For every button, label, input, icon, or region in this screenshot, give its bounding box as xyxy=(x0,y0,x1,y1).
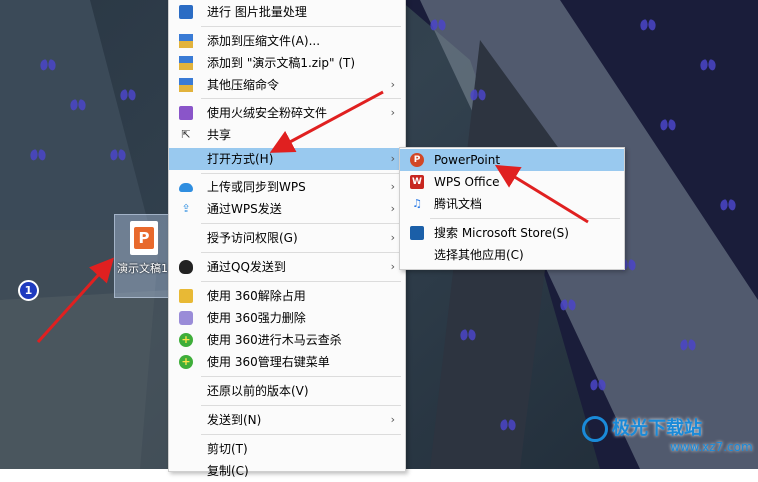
share-icon: ⇱ xyxy=(181,128,191,141)
butterfly-decoration xyxy=(590,380,606,390)
menu-separator xyxy=(201,252,401,253)
store-icon xyxy=(410,226,424,240)
chevron-right-icon: › xyxy=(390,260,395,273)
image-batch-icon xyxy=(179,5,193,19)
menu-separator xyxy=(201,26,401,27)
submenu-item-powerpoint[interactable]: P PowerPoint xyxy=(400,149,624,171)
powerpoint-icon: P xyxy=(410,153,424,167)
qq-icon xyxy=(179,260,193,274)
tencent-docs-icon: ♫ xyxy=(412,197,422,210)
butterfly-decoration xyxy=(460,330,476,340)
menu-item-other-compress[interactable]: 其他压缩命令 › xyxy=(169,74,405,96)
cloud-icon xyxy=(179,183,193,192)
chevron-right-icon: › xyxy=(390,413,395,426)
send-icon: ⇪ xyxy=(181,202,191,215)
chevron-right-icon: › xyxy=(390,106,395,119)
scan-360-icon: + xyxy=(179,333,193,347)
manage-360-icon: + xyxy=(179,355,193,369)
menu-item-upload-wps[interactable]: 上传或同步到WPS › xyxy=(169,176,405,198)
menu-separator xyxy=(201,434,401,435)
submenu-item-microsoft-store[interactable]: 搜索 Microsoft Store(S) xyxy=(400,222,624,244)
menu-item-open-with[interactable]: 打开方式(H) › xyxy=(169,148,405,170)
menu-separator xyxy=(201,376,401,377)
menu-item-add-archive[interactable]: 添加到压缩文件(A)... xyxy=(169,30,405,52)
menu-item-copy[interactable]: 复制(C) xyxy=(169,460,405,482)
watermark-title: 极光下载站 xyxy=(612,418,702,439)
chevron-right-icon: › xyxy=(390,152,395,165)
menu-separator xyxy=(201,223,401,224)
archive-icon xyxy=(179,56,193,70)
archive-icon xyxy=(179,78,193,92)
menu-separator xyxy=(201,405,401,406)
butterfly-decoration xyxy=(640,20,656,30)
chevron-right-icon: › xyxy=(390,202,395,215)
menu-item-qq-send[interactable]: 通过QQ发送到 › xyxy=(169,256,405,278)
wps-office-icon: W xyxy=(410,175,424,189)
butterfly-decoration xyxy=(660,120,676,130)
butterfly-decoration xyxy=(70,100,86,110)
butterfly-decoration xyxy=(680,340,696,350)
butterfly-decoration xyxy=(120,90,136,100)
watermark-url: www.xz7.com xyxy=(670,440,753,454)
step-marker-1: 1 xyxy=(18,280,39,301)
butterfly-decoration xyxy=(470,90,486,100)
menu-item-cut[interactable]: 剪切(T) xyxy=(169,438,405,460)
butterfly-decoration xyxy=(560,300,576,310)
context-menu: 进行 图片批量处理 添加到压缩文件(A)... 添加到 "演示文稿1.zip" … xyxy=(168,0,406,478)
menu-item-grant-access[interactable]: 授予访问权限(G) › xyxy=(169,227,405,249)
desktop-file-pptx[interactable]: P 演示文稿1.pptx xyxy=(114,214,172,298)
submenu-item-wps-office[interactable]: W WPS Office xyxy=(400,171,624,193)
menu-item-send-wps[interactable]: ⇪ 通过WPS发送 › xyxy=(169,198,405,220)
butterfly-decoration xyxy=(40,60,56,70)
butterfly-decoration xyxy=(500,420,516,430)
open-with-submenu: P PowerPoint W WPS Office ♫ 腾讯文档 搜索 Micr… xyxy=(399,147,625,270)
watermark-logo-icon xyxy=(582,416,608,442)
butterfly-decoration xyxy=(720,200,736,210)
menu-item-360-unlock[interactable]: 使用 360解除占用 xyxy=(169,285,405,307)
pptx-file-icon: P xyxy=(130,221,158,255)
chevron-right-icon: › xyxy=(390,78,395,91)
chevron-right-icon: › xyxy=(390,231,395,244)
shredder-icon xyxy=(179,106,193,120)
submenu-item-choose-other-app[interactable]: 选择其他应用(C) xyxy=(400,244,624,266)
menu-separator xyxy=(201,281,401,282)
menu-item-share[interactable]: ⇱ 共享 xyxy=(169,124,405,146)
menu-item-add-zip[interactable]: 添加到 "演示文稿1.zip" (T) xyxy=(169,52,405,74)
archive-icon xyxy=(179,34,193,48)
butterfly-decoration xyxy=(700,60,716,70)
file-name-label: 演示文稿1.pptx xyxy=(117,262,169,275)
unlock-360-icon xyxy=(179,289,193,303)
menu-separator xyxy=(201,173,401,174)
butterfly-decoration xyxy=(110,150,126,160)
menu-separator xyxy=(201,98,401,99)
menu-item-360-delete[interactable]: 使用 360强力删除 xyxy=(169,307,405,329)
menu-item-batch-image[interactable]: 进行 图片批量处理 xyxy=(169,1,405,23)
menu-item-360-manage[interactable]: + 使用 360管理右键菜单 xyxy=(169,351,405,373)
submenu-item-tencent-docs[interactable]: ♫ 腾讯文档 xyxy=(400,193,624,215)
menu-item-send-to[interactable]: 发送到(N) › xyxy=(169,409,405,431)
butterfly-decoration xyxy=(430,20,446,30)
watermark: 极光下载站 www.xz7.com xyxy=(582,412,758,468)
butterfly-decoration xyxy=(30,150,46,160)
menu-item-restore-versions[interactable]: 还原以前的版本(V) xyxy=(169,380,405,402)
delete-360-icon xyxy=(179,311,193,325)
chevron-right-icon: › xyxy=(390,180,395,193)
menu-item-360-scan[interactable]: + 使用 360进行木马云查杀 xyxy=(169,329,405,351)
menu-separator xyxy=(430,218,620,219)
menu-item-shred[interactable]: 使用火绒安全粉碎文件 › xyxy=(169,102,405,124)
